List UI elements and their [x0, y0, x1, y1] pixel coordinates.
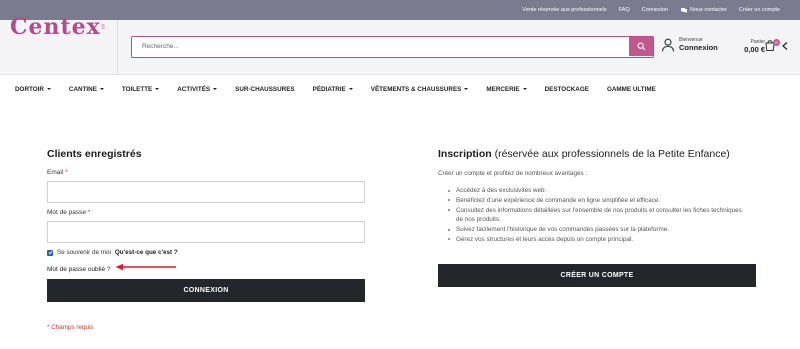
nav-label: SUR-CHAUSSURES [235, 85, 295, 93]
chevron-down-icon [348, 88, 353, 90]
nav-label: MERCERIE [486, 85, 520, 93]
search-input[interactable] [132, 37, 627, 56]
remember-me: Se souvenir de moi Qu'est-ce que c'est ? [47, 249, 178, 256]
nav-item-dortoir[interactable]: DORTOIR [15, 86, 51, 93]
list-item: Bénéficiez d'une expérience de commande … [446, 196, 746, 206]
nav-item-mercerie[interactable]: MERCERIE [486, 85, 527, 93]
arrow-left-icon [115, 263, 176, 271]
signup-title: Inscription [438, 148, 492, 160]
chevron-down-icon [464, 88, 469, 90]
chevron-down-icon [46, 88, 51, 90]
list-item: Suivez facilement l'historique de vos co… [446, 225, 746, 235]
password-label: Mot de passe * [47, 209, 90, 216]
login-title: Clients enregistrés [47, 148, 142, 160]
forgot-password-link[interactable]: Mot de passe oublié ? [47, 266, 111, 273]
search-bar [131, 36, 654, 58]
header-divider [117, 20, 118, 75]
nav-item-vetements[interactable]: VÊTEMENTS & CHAUSSURES [371, 86, 469, 93]
required-mark: * [65, 169, 68, 176]
remember-info-link[interactable]: Qu'est-ce que c'est ? [115, 249, 178, 256]
nav-label: GAMME ULTIME [606, 85, 656, 93]
search-button[interactable] [629, 37, 653, 56]
create-account-link[interactable]: Créer un compte [739, 7, 780, 13]
top-bar: Vente réservée aux professionnels FAQ Co… [0, 0, 800, 20]
chevron-down-icon [155, 88, 160, 90]
list-item: Accédez à des exclusivités web. [446, 186, 746, 196]
nav-label: CANTINE [68, 85, 97, 93]
remember-text: Se souvenir de moi [57, 249, 111, 256]
user-icon [661, 38, 675, 52]
logo-text: Centex [10, 14, 101, 40]
faq-link[interactable]: FAQ [619, 7, 630, 13]
required-fields-note: * Champs requis [47, 324, 94, 331]
top-links: Vente réservée aux professionnels FAQ Co… [522, 0, 780, 20]
nav-item-pediatrie[interactable]: PÉDIATRIE [313, 86, 353, 93]
nav-item-sur-chaussures[interactable]: SUR-CHAUSSURES [235, 86, 294, 93]
account-button[interactable]: Bienvenue Connexion [661, 38, 718, 52]
check-icon [47, 250, 53, 255]
cart-summary[interactable]: Panier 0,00 € [737, 39, 765, 54]
benefits-list: Accédez à des exclusivités web. Bénéfici… [446, 186, 746, 245]
nav-item-gamme-ultime[interactable]: GAMME ULTIME [607, 86, 656, 93]
nav-item-toilette[interactable]: TOILETTE [121, 85, 160, 93]
chevron-down-icon [99, 88, 104, 90]
list-item: Gérez vos structures et leurs accès depu… [446, 235, 746, 245]
chevron-down-icon [213, 88, 218, 90]
login-section: Clients enregistrés Email * Mot de passe… [47, 148, 365, 331]
chat-icon [681, 8, 688, 13]
email-label-text: Email [47, 169, 64, 176]
nav-item-destockage[interactable]: DESTOCKAGE [545, 86, 589, 93]
nav-label: TOILETTE [121, 85, 153, 93]
create-account-button[interactable]: CRÉER UN COMPTE [438, 264, 756, 287]
nav-label: ACTIVITÉS [177, 85, 211, 93]
nav-item-activites[interactable]: ACTIVITÉS [177, 85, 218, 93]
signup-section: Inscription (réservée aux professionnels… [438, 148, 756, 287]
main-nav: DORTOIR CANTINE TOILETTE ACTIVITÉS SUR-C… [15, 84, 656, 94]
nav-label: PÉDIATRIE [312, 85, 346, 93]
email-label: Email * [47, 169, 68, 176]
logo[interactable]: Centex [10, 12, 105, 42]
password-field[interactable] [47, 221, 365, 243]
login-link[interactable]: Connexion [642, 7, 668, 13]
signup-intro: Créer un compte et profitez de nombreux … [438, 170, 588, 177]
nav-label: DORTOIR [15, 85, 44, 93]
login-button[interactable]: CONNEXION [47, 279, 365, 302]
signup-title-line: Inscription (réservée aux professionnels… [438, 148, 756, 160]
teddy-bear-icon [100, 24, 105, 30]
nav-label: VÊTEMENTS & CHAUSSURES [370, 85, 462, 93]
contact-label: Nous contacter [690, 7, 728, 13]
search-icon [637, 42, 645, 51]
list-item: Consultez des informations détaillées su… [446, 206, 746, 226]
account-label: Connexion [679, 42, 718, 52]
pro-only-link[interactable]: Vente réservée aux professionnels [522, 7, 606, 13]
nav-label: DESTOCKAGE [544, 85, 589, 93]
chevron-down-icon [522, 88, 527, 90]
email-field[interactable] [47, 181, 365, 203]
cart-count-badge: 0 [773, 39, 780, 46]
nav-item-cantine[interactable]: CANTINE [69, 86, 104, 93]
password-label-text: Mot de passe [47, 209, 87, 216]
required-mark: * [87, 209, 91, 216]
signup-subtitle: (réservée aux professionnels de la Petit… [494, 148, 730, 160]
chevron-left-icon[interactable] [782, 42, 788, 50]
contact-link[interactable]: Nous contacter [680, 7, 727, 13]
remember-checkbox[interactable] [47, 249, 53, 256]
cart-total: 0,00 € [744, 44, 765, 54]
